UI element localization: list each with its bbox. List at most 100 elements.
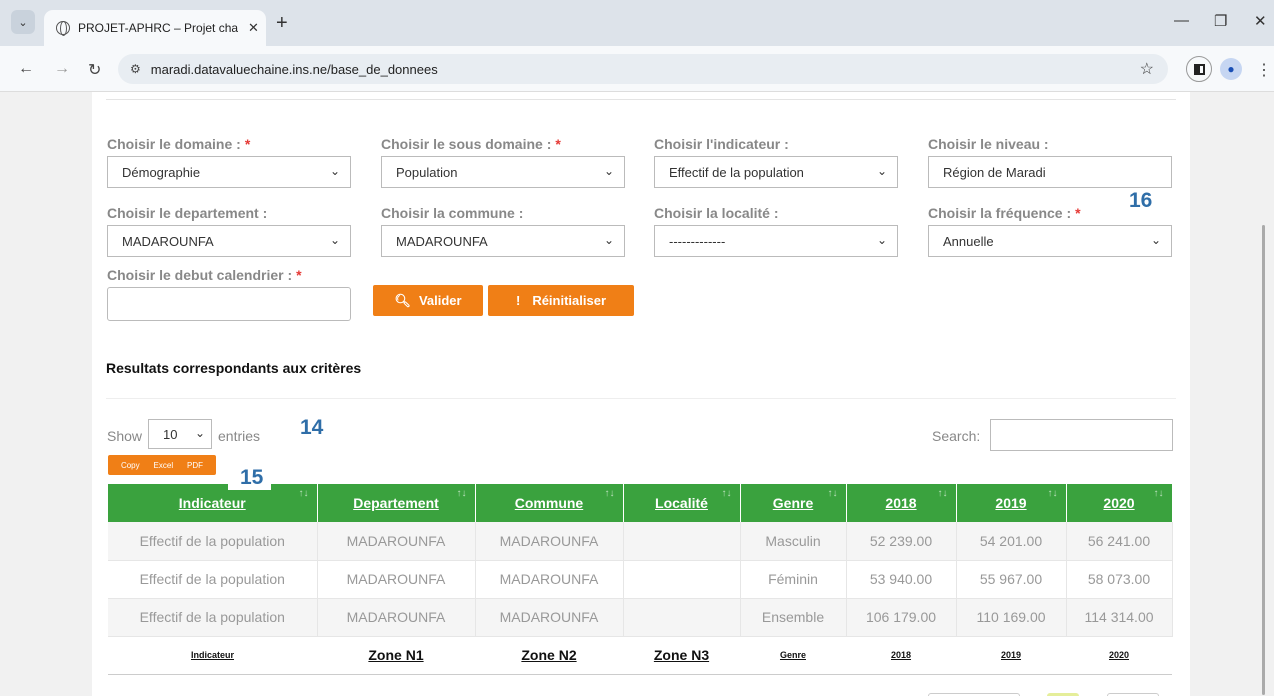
chevron-down-icon: ⌄: [603, 164, 614, 178]
back-icon[interactable]: ←: [18, 60, 34, 78]
validate-button[interactable]: 🔍︎ Valider: [373, 285, 483, 316]
table-row: Effectif de la population MADAROUNFA MAD…: [108, 522, 1173, 561]
column-header-indicateur[interactable]: Indicateur ↑↓: [108, 484, 318, 522]
annotation-16: 16: [1129, 189, 1153, 212]
footer-zone-n3: Zone N3: [623, 636, 740, 675]
column-header-localite[interactable]: Localité ↑↓: [623, 484, 741, 522]
tab-title: PROJET-APHRC – Projet chaine: [78, 21, 238, 35]
frequence-select[interactable]: Annuelle ⌄: [928, 225, 1172, 257]
entries-label: entries: [218, 428, 261, 444]
niveau-select[interactable]: Région de Maradi: [928, 156, 1172, 188]
column-header-2019[interactable]: 2019 ↑↓: [956, 484, 1067, 522]
table-cell: Effectif de la population: [108, 560, 318, 599]
indicateur-label: Choisir l'indicateur :: [654, 136, 789, 152]
browser-tab[interactable]: PROJET-APHRC – Projet chaine ✕: [44, 10, 266, 46]
browser-tab-strip: ⌄ PROJET-APHRC – Projet chaine ✕ + — ❐ ✕: [0, 0, 1274, 46]
annotation-15: 15: [228, 466, 272, 490]
table-cell: 110 169.00: [956, 598, 1067, 637]
footer-2018: 2018: [846, 636, 956, 675]
footer-indicateur: Indicateur: [108, 636, 317, 675]
table-cell: MADAROUNFA: [475, 598, 624, 637]
reset-button[interactable]: ! Réinitialiser: [488, 285, 634, 316]
forward-icon[interactable]: →: [54, 60, 70, 78]
sort-icon: ↑↓: [937, 488, 948, 499]
results-table: Indicateur ↑↓ Departement ↑↓ Commune ↑↓ Loc…: [108, 484, 1173, 675]
show-label: Show: [107, 428, 143, 444]
table-cell: Masculin: [740, 522, 847, 561]
close-tab-icon[interactable]: ✕: [248, 20, 259, 36]
column-header-departement[interactable]: Departement ↑↓: [317, 484, 476, 522]
frequence-label: Choisir la fréquence : *: [928, 205, 1081, 221]
profile-avatar-icon[interactable]: ●: [1220, 58, 1242, 80]
new-tab-icon[interactable]: +: [276, 12, 288, 35]
table-cell: Féminin: [740, 560, 847, 599]
column-header-commune[interactable]: Commune ↑↓: [475, 484, 624, 522]
address-bar: ← → ↻ ⚙ maradi.datavaluechaine.ins.ne/ba…: [0, 46, 1274, 92]
table-cell: MADAROUNFA: [317, 560, 476, 599]
table-cell: Effectif de la population: [108, 522, 318, 561]
sort-icon: ↑↓: [604, 488, 615, 499]
table-cell: 114 314.00: [1066, 598, 1173, 637]
footer-zone-n2: Zone N2: [475, 636, 623, 675]
bookmark-star-icon[interactable]: ☆: [1140, 59, 1154, 79]
sort-icon: ↑↓: [298, 488, 309, 499]
commune-select[interactable]: MADAROUNFA ⌄: [381, 225, 625, 257]
sort-icon: ↑↓: [827, 488, 838, 499]
table-cell: [623, 522, 741, 561]
sort-icon: ↑↓: [1047, 488, 1058, 499]
sous-domaine-select[interactable]: Population ⌄: [381, 156, 625, 188]
browser-menu-icon[interactable]: ⋮: [1256, 60, 1272, 80]
minimize-icon[interactable]: —: [1174, 12, 1189, 29]
table-cell: 58 073.00: [1066, 560, 1173, 599]
column-header-genre[interactable]: Genre ↑↓: [740, 484, 847, 522]
restore-icon[interactable]: ❐: [1214, 12, 1227, 30]
search-label: Search:: [932, 428, 981, 444]
table-cell: [623, 598, 741, 637]
table-cell: 55 967.00: [956, 560, 1067, 599]
chevron-down-icon: ⌄: [329, 164, 340, 178]
localite-select[interactable]: ------------- ⌄: [654, 225, 898, 257]
page-content: Choisir le domaine : * Choisir le sous do…: [92, 92, 1190, 696]
domaine-label: Choisir le domaine : *: [107, 136, 251, 152]
url-text: maradi.datavaluechaine.ins.ne/base_de_do…: [150, 61, 438, 77]
sort-icon: ↑↓: [1153, 488, 1164, 499]
table-row: Effectif de la population MADAROUNFA MAD…: [108, 598, 1173, 637]
site-info-icon[interactable]: ⚙: [130, 62, 141, 76]
debut-calendrier-input[interactable]: [107, 287, 351, 321]
table-cell: [623, 560, 741, 599]
excel-button[interactable]: Excel: [154, 461, 174, 470]
side-panel-icon[interactable]: [1186, 56, 1212, 82]
window-close-icon[interactable]: ✕: [1254, 12, 1267, 30]
footer-genre: Genre: [740, 636, 846, 675]
column-header-2018[interactable]: 2018 ↑↓: [846, 484, 957, 522]
url-input[interactable]: ⚙ maradi.datavaluechaine.ins.ne/base_de_…: [118, 54, 1168, 84]
pdf-button[interactable]: PDF: [187, 461, 203, 470]
table-cell: 53 940.00: [846, 560, 957, 599]
chevron-down-icon: ⌄: [329, 233, 340, 247]
niveau-label: Choisir le niveau :: [928, 136, 1049, 152]
table-footer-row: Indicateur Zone N1 Zone N2 Zone N3 Genre…: [108, 636, 1172, 675]
footer-2020: 2020: [1066, 636, 1172, 675]
departement-select[interactable]: MADAROUNFA ⌄: [107, 225, 351, 257]
table-cell: MADAROUNFA: [475, 560, 624, 599]
indicateur-select[interactable]: Effectif de la population ⌄: [654, 156, 898, 188]
reload-icon[interactable]: ↻: [88, 60, 101, 80]
page-length-select[interactable]: 10 ⌄: [148, 419, 212, 449]
departement-label: Choisir le departement :: [107, 205, 268, 221]
column-header-2020[interactable]: 2020 ↑↓: [1066, 484, 1173, 522]
page-scrollbar[interactable]: [1262, 225, 1265, 695]
commune-label: Choisir la commune :: [381, 205, 524, 221]
domaine-select[interactable]: Démographie ⌄: [107, 156, 351, 188]
table-cell: 56 241.00: [1066, 522, 1173, 561]
annotation-14: 14: [300, 416, 324, 439]
globe-icon: [56, 21, 70, 36]
footer-zone-n1: Zone N1: [317, 636, 475, 675]
tab-search-icon[interactable]: ⌄: [11, 10, 35, 34]
chevron-down-icon: ⌄: [603, 233, 614, 247]
table-cell: Ensemble: [740, 598, 847, 637]
divider: [106, 398, 1176, 399]
footer-2019: 2019: [956, 636, 1066, 675]
results-title: Resultats correspondants aux critères: [106, 360, 362, 376]
copy-button[interactable]: Copy: [121, 461, 140, 470]
search-input[interactable]: [990, 419, 1173, 451]
